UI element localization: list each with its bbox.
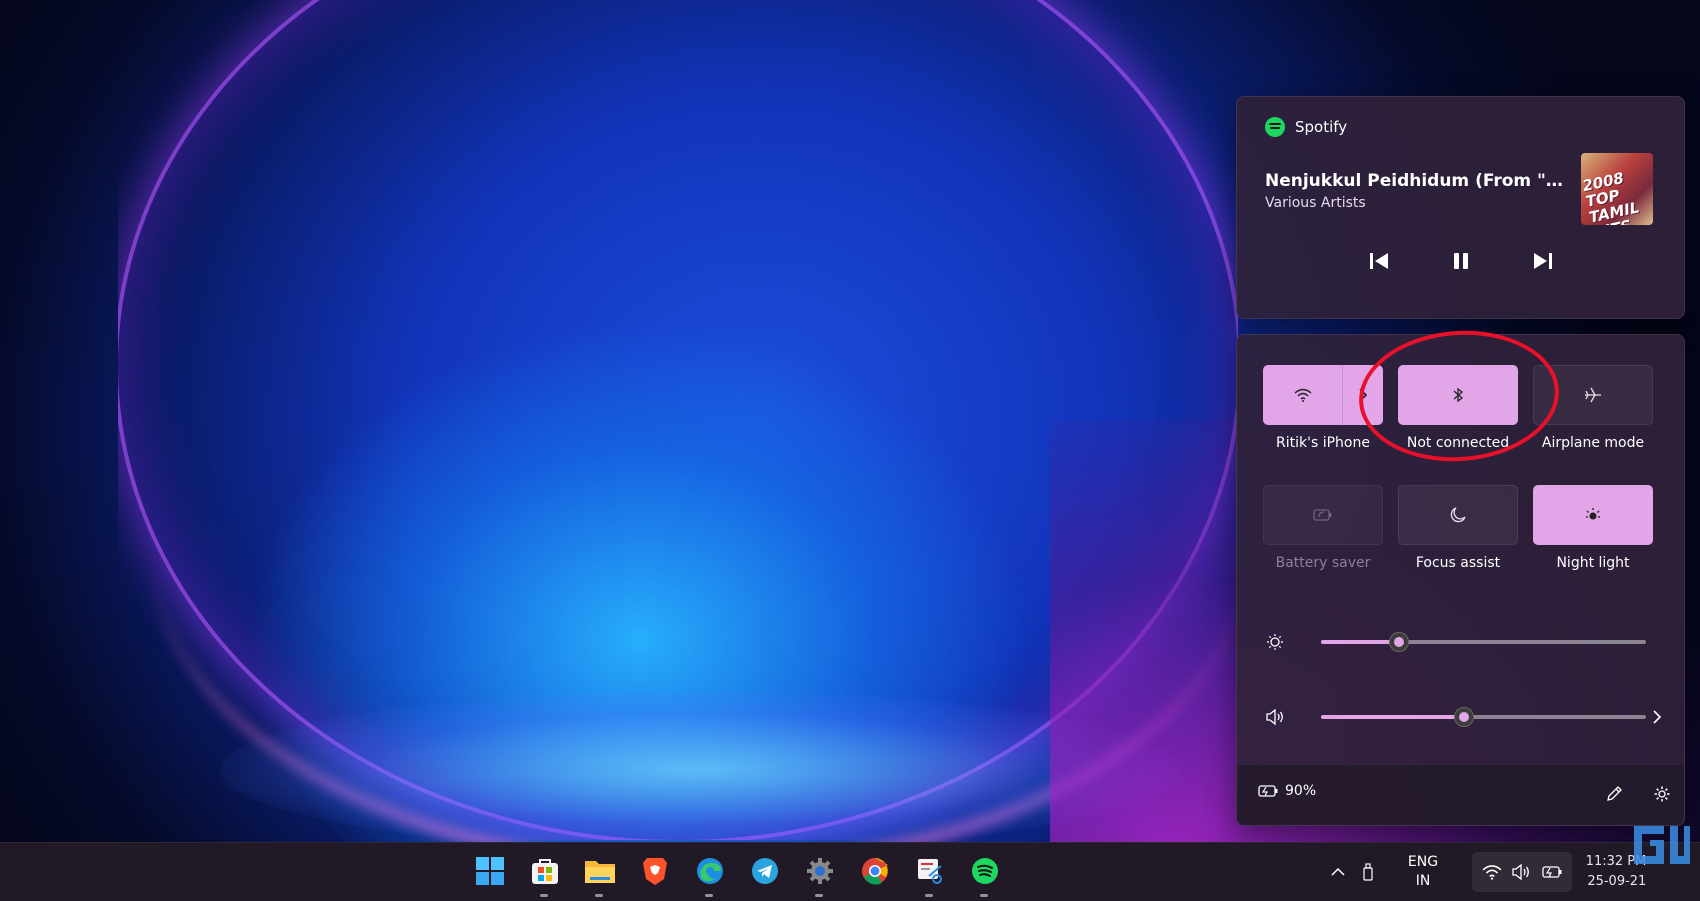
chevron-right-icon xyxy=(1653,710,1662,724)
pause-button[interactable] xyxy=(1447,247,1475,275)
volume-icon xyxy=(1512,864,1529,880)
windows-logo-icon xyxy=(475,857,504,885)
pause-icon xyxy=(1453,253,1468,269)
running-indicator xyxy=(540,894,548,897)
running-indicator xyxy=(815,894,823,897)
battery-charging-icon xyxy=(1258,785,1278,797)
language-line2: IN xyxy=(1415,873,1431,889)
battery-saver-icon xyxy=(1313,509,1332,521)
running-indicator xyxy=(925,894,933,897)
gear-icon xyxy=(1654,786,1670,802)
battery-percentage: 90% xyxy=(1285,783,1317,799)
tile-focus-assist: Focus assist xyxy=(1398,485,1518,605)
volume-slider-fill xyxy=(1321,715,1464,719)
running-indicator xyxy=(980,894,988,897)
night-light-toggle[interactable] xyxy=(1533,485,1653,545)
file-explorer-button[interactable] xyxy=(582,851,617,897)
language-switcher[interactable]: ENG IN xyxy=(1398,843,1448,901)
brightness-slider-fill xyxy=(1321,640,1399,644)
battery-charging-icon xyxy=(1541,866,1561,878)
quick-settings-footer: 90% xyxy=(1237,764,1684,825)
audio-output-button[interactable] xyxy=(1645,705,1669,729)
file-explorer-icon xyxy=(584,861,615,883)
all-settings-button[interactable] xyxy=(1649,781,1675,807)
language-line1: ENG xyxy=(1407,854,1439,870)
quick-settings-tray-button[interactable] xyxy=(1472,852,1572,892)
media-app-header[interactable]: Spotify xyxy=(1265,117,1347,137)
edge-button[interactable] xyxy=(692,851,727,897)
volume-row xyxy=(1263,702,1663,732)
brightness-slider-thumb[interactable] xyxy=(1389,632,1409,652)
night-light-icon xyxy=(1586,508,1600,520)
brightness-row xyxy=(1263,627,1663,657)
show-hidden-icons-button[interactable] xyxy=(1324,843,1352,901)
wifi-icon xyxy=(1294,388,1312,402)
battery-status[interactable]: 90% xyxy=(1257,783,1316,799)
track-title: Nenjukkul Peidhidum (From "Vaaran... xyxy=(1265,171,1575,191)
next-icon xyxy=(1533,253,1552,269)
spotify-button[interactable] xyxy=(967,851,1002,897)
tile-label: Ritik's iPhone xyxy=(1276,435,1370,451)
airplane-icon xyxy=(1585,387,1601,403)
track-artist: Various Artists xyxy=(1265,195,1366,211)
pencil-icon xyxy=(1607,786,1622,801)
settings-button[interactable] xyxy=(802,851,837,897)
focus-assist-toggle[interactable] xyxy=(1398,485,1518,545)
edge-icon xyxy=(696,858,723,884)
brave-button[interactable] xyxy=(637,851,672,891)
telegram-button[interactable] xyxy=(747,851,782,891)
telegram-icon xyxy=(751,858,778,884)
moon-icon xyxy=(1450,507,1466,523)
taskbar-apps xyxy=(472,851,1002,897)
language-code: ENG IN xyxy=(1408,853,1438,891)
volume-slider-thumb[interactable] xyxy=(1454,707,1474,727)
tile-night-light: Night light xyxy=(1533,485,1653,605)
chevron-up-icon xyxy=(1331,867,1345,876)
snipping-tool-icon xyxy=(917,859,942,884)
album-art: 2008 TOP TAMIL HITS xyxy=(1581,153,1653,225)
running-indicator xyxy=(595,894,603,897)
chrome-button[interactable] xyxy=(857,851,892,891)
media-controls xyxy=(1237,247,1684,275)
battery-saver-toggle[interactable] xyxy=(1263,485,1383,545)
previous-track-button[interactable] xyxy=(1365,247,1393,275)
settings-icon xyxy=(806,858,833,884)
taskbar: ENG IN 11:32 PM 25-09-21 xyxy=(0,842,1700,901)
volume-slider[interactable] xyxy=(1321,707,1646,727)
usb-eject-button[interactable] xyxy=(1354,843,1382,901)
volume-icon xyxy=(1263,705,1287,729)
gadgets-to-use-logo-icon xyxy=(1634,826,1690,864)
tile-label: Focus assist xyxy=(1415,555,1501,571)
album-art-text: 2008 TOP TAMIL HITS xyxy=(1581,168,1641,225)
next-track-button[interactable] xyxy=(1529,247,1557,275)
edit-quick-settings-button[interactable] xyxy=(1601,781,1627,807)
media-control-panel: Spotify Nenjukkul Peidhidum (From "Vaara… xyxy=(1236,96,1685,319)
running-indicator xyxy=(705,894,713,897)
media-app-name: Spotify xyxy=(1295,118,1348,136)
brave-icon xyxy=(642,858,667,885)
start-button[interactable] xyxy=(472,851,507,891)
wifi-icon xyxy=(1482,865,1501,880)
brightness-icon xyxy=(1263,630,1287,654)
snipping-tool-button[interactable] xyxy=(912,851,947,897)
previous-icon xyxy=(1369,253,1388,269)
brightness-slider[interactable] xyxy=(1321,632,1646,652)
tile-label: Battery saver xyxy=(1275,555,1371,571)
tile-label: Airplane mode xyxy=(1541,435,1645,451)
spotify-icon xyxy=(971,858,998,884)
wallpaper-glow xyxy=(220,690,1180,850)
spotify-logo-icon xyxy=(1265,117,1285,137)
chrome-icon xyxy=(861,858,888,885)
microsoft-store-icon xyxy=(531,859,558,884)
tile-label: Night light xyxy=(1556,555,1630,571)
tile-battery-saver: Battery saver xyxy=(1263,485,1383,605)
usb-device-icon xyxy=(1363,863,1373,881)
microsoft-store-button[interactable] xyxy=(527,851,562,897)
